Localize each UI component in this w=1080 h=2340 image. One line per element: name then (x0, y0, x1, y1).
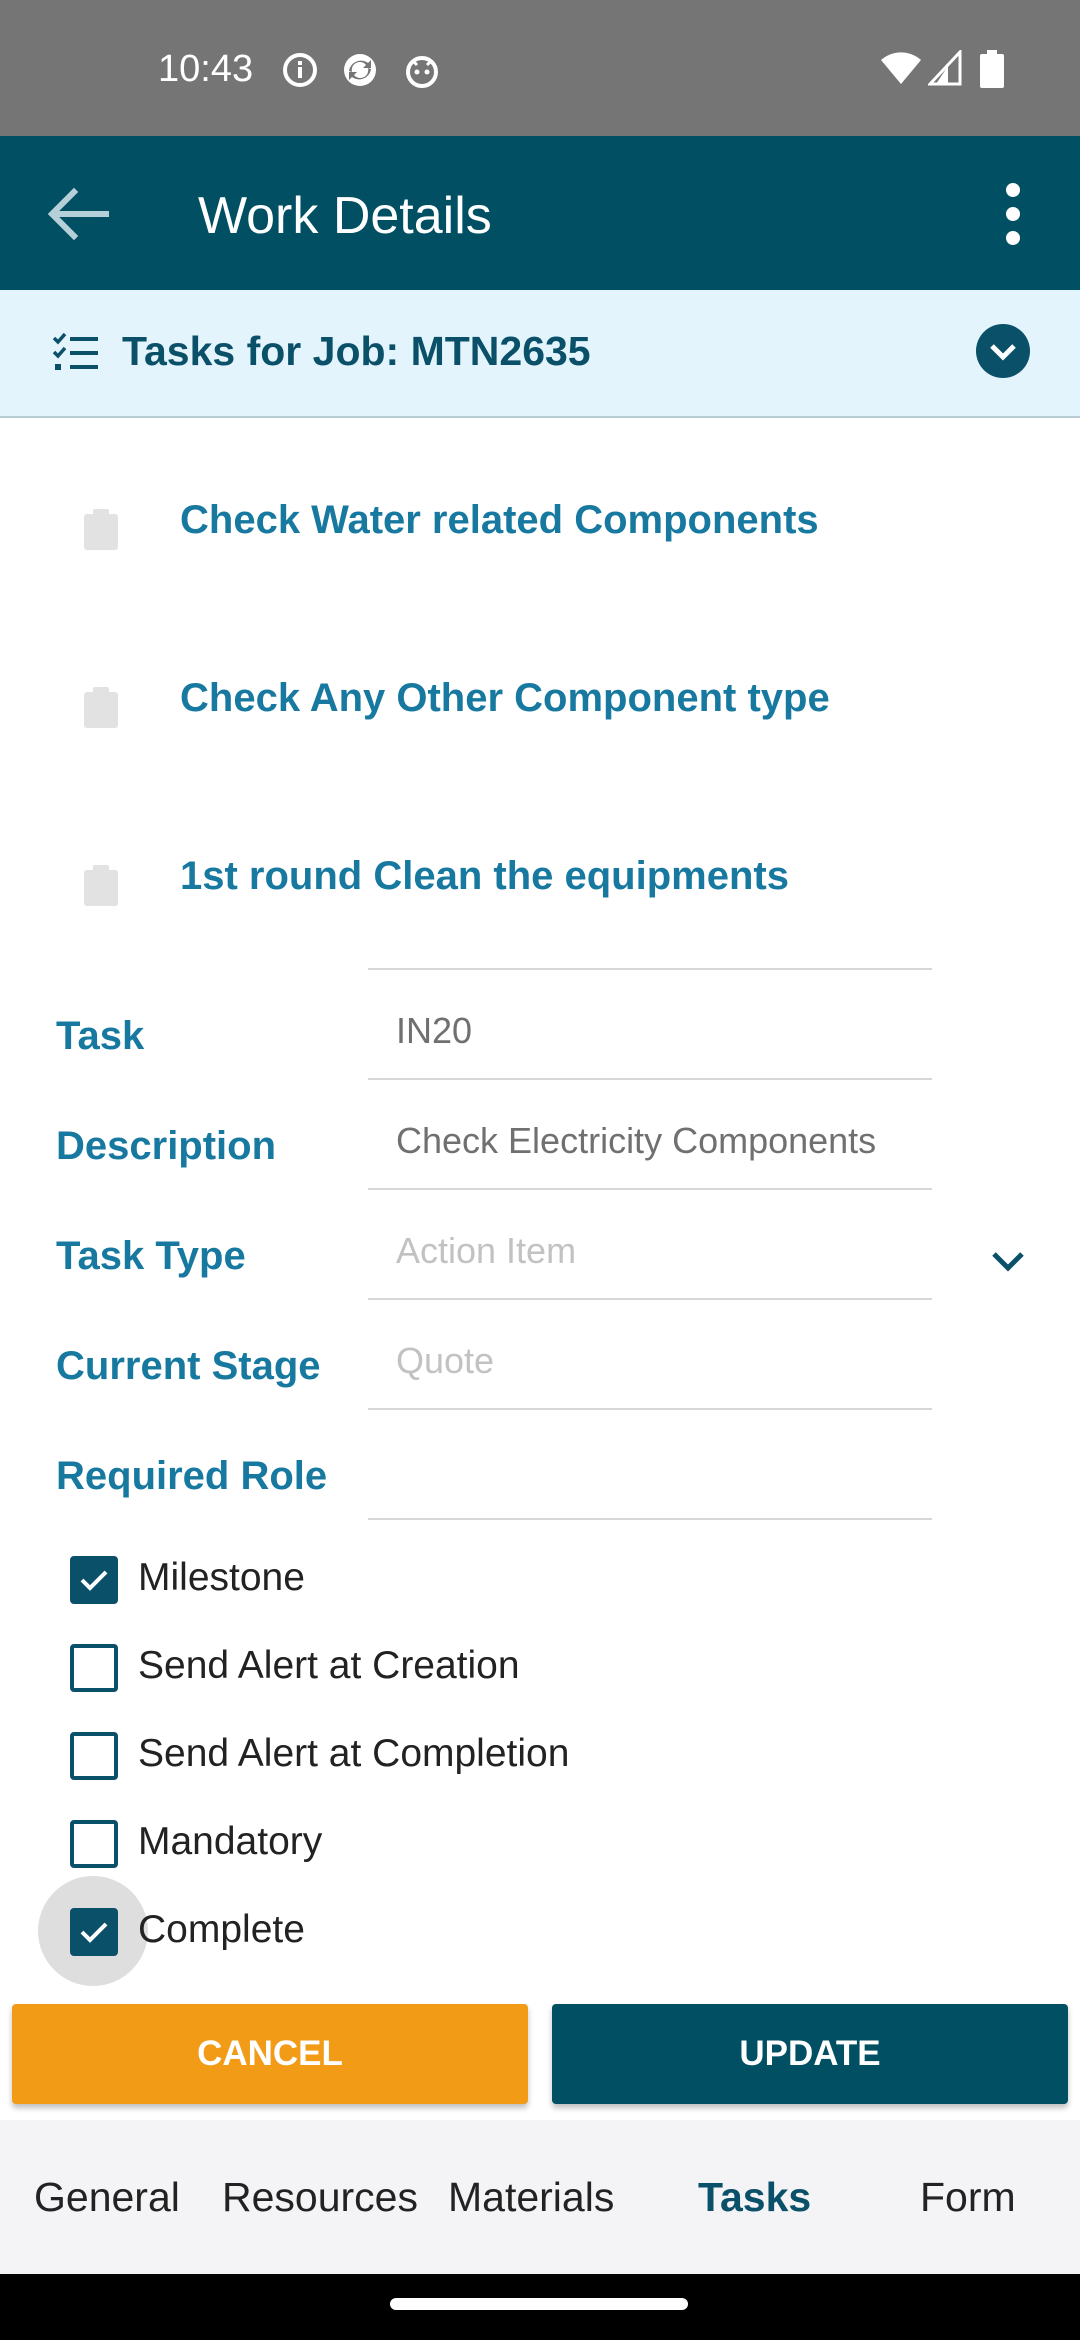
job-tasks-label: Tasks for Job: MTN2635 (122, 328, 591, 374)
info-icon (283, 53, 317, 87)
mandatory-label: Mandatory (138, 1820, 323, 1863)
complete-checkbox[interactable] (70, 1908, 118, 1956)
more-vert-icon[interactable] (990, 176, 1036, 252)
task-label: Task (56, 1014, 145, 1058)
bottom-tab-bar: General Resources Materials Tasks Form (0, 2120, 1080, 2274)
task-name: Check Any Other Component type (180, 676, 830, 720)
home-handle[interactable] (390, 2298, 688, 2310)
page-title: Work Details (198, 187, 492, 245)
description-label: Description (56, 1124, 277, 1168)
complete-label: Complete (138, 1908, 305, 1951)
send-alert-completion-label: Send Alert at Completion (138, 1732, 570, 1775)
system-nav-bar (0, 2274, 1080, 2340)
tab-materials[interactable]: Materials (448, 2174, 614, 2221)
mandatory-checkbox[interactable] (70, 1820, 118, 1868)
chevron-down-circle-icon[interactable] (976, 324, 1030, 378)
task-name: 1st round Clean the equipments (180, 854, 789, 898)
task-list-item[interactable]: Check Any Other Component type (0, 614, 1080, 792)
clipboard-icon (84, 687, 118, 728)
tab-general[interactable]: General (34, 2174, 180, 2221)
status-bar: 10:43 (0, 0, 1080, 136)
task-type-label: Task Type (56, 1234, 246, 1278)
battery-icon (980, 50, 1004, 88)
app-bar: Work Details (0, 136, 1080, 290)
mandatory-checkbox-row[interactable]: Mandatory (0, 1806, 1080, 1886)
task-field[interactable]: IN20 (368, 970, 932, 1080)
task-type-dropdown[interactable]: Action Item (368, 1190, 932, 1300)
tab-resources[interactable]: Resources (222, 2174, 418, 2221)
send-alert-creation-checkbox[interactable] (70, 1644, 118, 1692)
status-time: 10:43 (158, 48, 254, 90)
tab-tasks[interactable]: Tasks (698, 2174, 811, 2221)
wifi-icon (881, 52, 921, 84)
current-stage-label: Current Stage (56, 1344, 321, 1388)
task-list-item[interactable]: 1st round Clean the equipments (0, 792, 1080, 970)
signal-icon (928, 50, 962, 86)
task-list-item[interactable]: Check Water related Components (0, 436, 1080, 614)
milestone-checkbox-row[interactable]: Milestone (0, 1542, 1080, 1622)
send-alert-creation-checkbox-row[interactable]: Send Alert at Creation (0, 1630, 1080, 1710)
checklist-icon (52, 332, 98, 370)
arrow-back-icon[interactable] (38, 176, 114, 252)
description-field[interactable]: Check Electricity Components (368, 1080, 932, 1190)
chevron-down-icon[interactable] (988, 1248, 1028, 1276)
cancel-button[interactable]: CANCEL (12, 2004, 528, 2104)
required-role-field[interactable] (368, 1410, 932, 1520)
clipboard-icon (84, 509, 118, 550)
send-alert-completion-checkbox[interactable] (70, 1732, 118, 1780)
milestone-checkbox[interactable] (70, 1556, 118, 1604)
milestone-label: Milestone (138, 1556, 305, 1599)
required-role-label: Required Role (56, 1454, 328, 1498)
update-button[interactable]: UPDATE (552, 2004, 1068, 2104)
clipboard-icon (84, 865, 118, 906)
tab-form[interactable]: Form (920, 2174, 1016, 2221)
task-name: Check Water related Components (180, 498, 819, 542)
job-tasks-header[interactable]: Tasks for Job: MTN2635 (0, 290, 1080, 418)
send-alert-completion-checkbox-row[interactable]: Send Alert at Completion (0, 1718, 1080, 1798)
android-icon (406, 56, 438, 88)
sync-icon (344, 54, 376, 86)
send-alert-creation-label: Send Alert at Creation (138, 1644, 520, 1687)
current-stage-field[interactable]: Quote (368, 1300, 932, 1410)
complete-checkbox-row[interactable]: Complete (0, 1894, 1080, 1974)
